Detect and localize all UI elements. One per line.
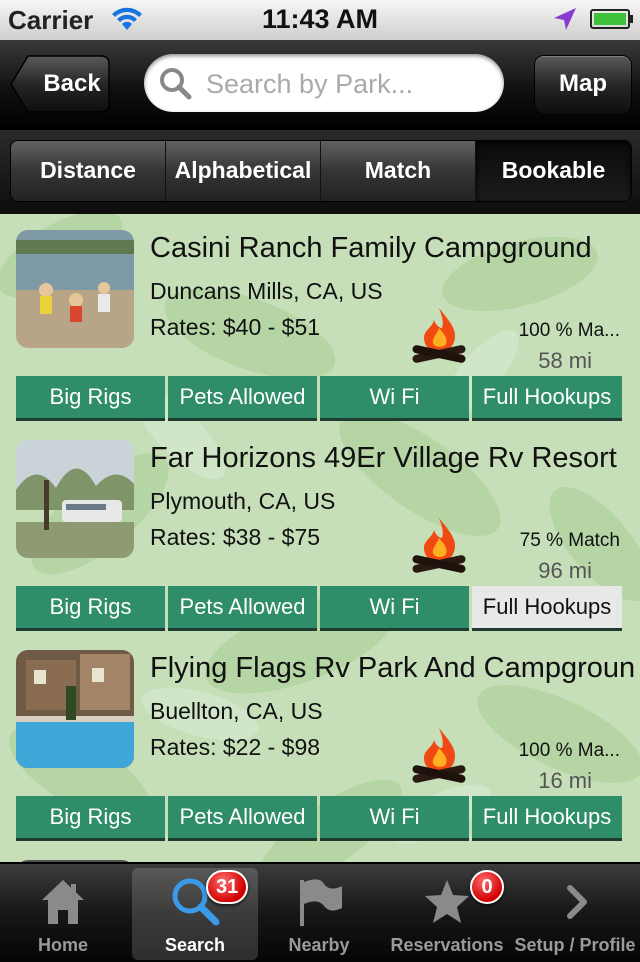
park-distance: 96 mi [538,558,592,583]
sort-distance-tab[interactable]: Distance [11,141,166,201]
amenity-big-rigs: Big Rigs [16,376,165,421]
amenity-wifi: Wi Fi [320,586,469,631]
amenity-bar: Big Rigs Pets Allowed Wi Fi Full Hookups [16,796,622,841]
park-list[interactable]: Casini Ranch Family Campground Duncans M… [0,214,640,864]
park-location: Buellton, CA, US [150,698,323,724]
park-list-item[interactable]: Flying Flags Rv Park And Campground Buel… [0,634,640,844]
park-photo [16,440,134,558]
park-rates: Rates: $40 - $51 [150,314,321,340]
map-button[interactable]: Map [534,55,632,115]
campfire-icon [412,518,466,573]
park-photo [16,230,134,348]
tab-search-label: Search [164,935,226,955]
park-rates: Rates: $38 - $75 [150,524,321,550]
tab-home[interactable]: Home [0,868,126,960]
tab-home-label: Home [37,935,88,955]
tab-setup-profile-label: Setup / Profile [514,935,636,955]
park-location: Plymouth, CA, US [150,488,336,514]
amenity-wifi: Wi Fi [320,796,469,841]
sort-match-tab[interactable]: Match [321,141,476,201]
amenity-pets-allowed: Pets Allowed [168,796,317,841]
park-name: Far Horizons 49Er Village Rv Resort [150,442,617,474]
amenity-bar: Big Rigs Pets Allowed Wi Fi Full Hookups [16,376,622,421]
amenity-big-rigs: Big Rigs [16,586,165,631]
star-icon [425,880,469,923]
park-list-item[interactable]: Far Horizons 49Er Village Rv Resort Plym… [0,424,640,634]
search-badge: 31 [206,870,249,904]
match-percent: 75 % Match [519,530,620,551]
location-arrow-icon [554,8,576,30]
park-rates: Rates: $22 - $98 [150,734,321,760]
amenity-big-rigs: Big Rigs [16,796,165,841]
status-bar: Carrier 11:43 AM [0,0,640,40]
campfire-icon [412,308,466,363]
tab-bar: Home Search 31 Nearby Reservations 0 Set… [0,862,640,962]
park-list-item-partial[interactable] [0,844,640,864]
amenity-pets-allowed: Pets Allowed [168,586,317,631]
tab-setup-profile[interactable]: Setup / Profile [512,868,638,960]
park-location: Duncans Mills, CA, US [150,278,383,304]
reservations-badge: 0 [470,870,504,904]
clock-label: 11:43 AM [261,4,379,34]
magnifier-icon [160,68,192,100]
park-distance: 58 mi [538,348,592,373]
sort-segmented-control: Distance Alphabetical Match Bookable [10,140,632,202]
sort-toolbar: Distance Alphabetical Match Bookable [0,130,640,214]
amenity-full-hookups: Full Hookups [472,376,622,421]
back-button-label: Back [43,70,101,97]
navigation-bar: Back Map [0,40,640,130]
park-distance: 16 mi [538,768,592,793]
search-input[interactable] [204,60,488,108]
tab-nearby-label: Nearby [288,935,350,955]
park-photo [16,650,134,768]
tab-reservations[interactable]: Reservations 0 [384,868,510,960]
sort-bookable-tab[interactable]: Bookable [476,141,631,201]
search-field[interactable] [144,54,504,112]
park-list-item[interactable]: Casini Ranch Family Campground Duncans M… [0,214,640,424]
park-name: Casini Ranch Family Campground [150,232,592,264]
amenity-full-hookups: Full Hookups [472,796,622,841]
match-percent: 100 % Ma... [518,740,620,761]
tab-nearby[interactable]: Nearby [256,868,382,960]
battery-icon [590,9,633,29]
match-percent: 100 % Ma... [518,320,620,341]
flag-icon [300,879,342,926]
amenity-pets-allowed: Pets Allowed [168,376,317,421]
campfire-icon [412,728,466,783]
chevron-right-icon [567,885,587,919]
amenity-full-hookups: Full Hookups [472,586,622,631]
sort-alphabetical-tab[interactable]: Alphabetical [166,141,321,201]
park-name: Flying Flags Rv Park And Campground [150,652,636,684]
tab-reservations-label: Reservations [390,935,504,955]
tab-search[interactable]: Search 31 [132,868,258,960]
amenity-bar: Big Rigs Pets Allowed Wi Fi Full Hookups [16,586,622,631]
home-icon [42,880,84,924]
back-button[interactable]: Back [10,55,110,113]
amenity-wifi: Wi Fi [320,376,469,421]
